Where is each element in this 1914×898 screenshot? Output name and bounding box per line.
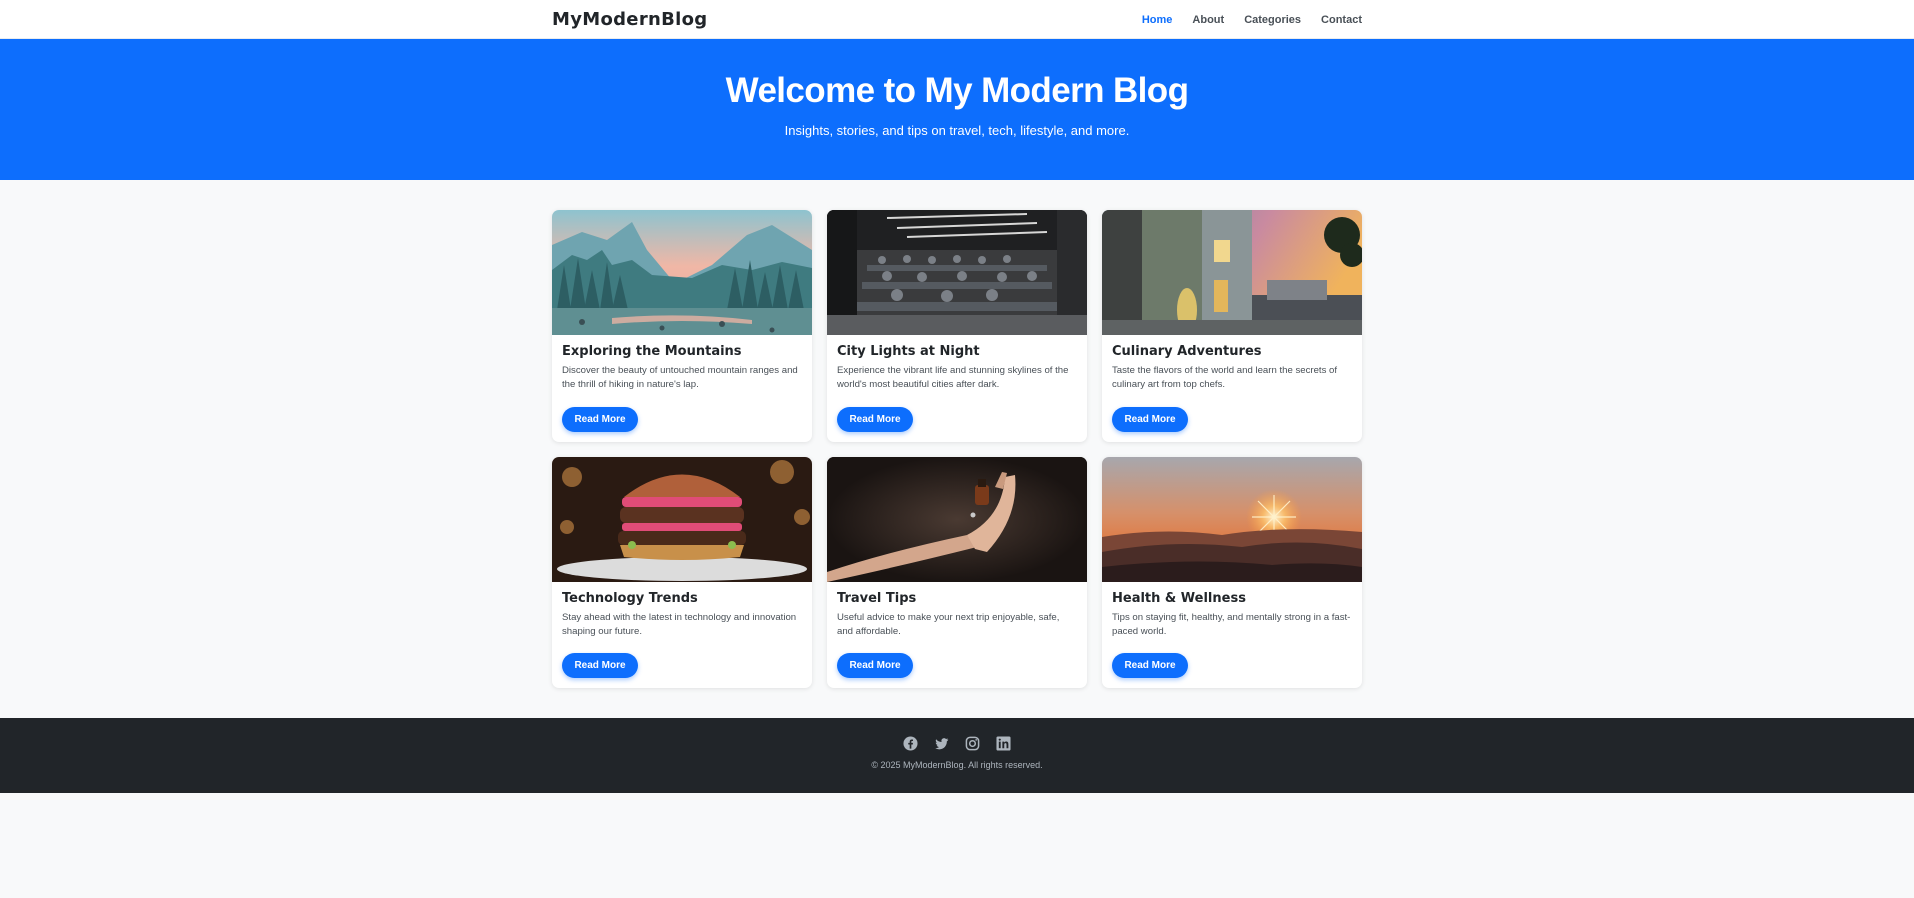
read-more-button[interactable]: Read More [1112, 653, 1188, 678]
post-card: Culinary Adventures Taste the flavors of… [1102, 210, 1362, 442]
instagram-icon[interactable] [965, 735, 981, 751]
read-more-button[interactable]: Read More [837, 653, 913, 678]
nav-links: Home About Categories Contact [1142, 14, 1362, 26]
facebook-icon[interactable] [903, 735, 919, 751]
card-text: Taste the flavors of the world and learn… [1112, 365, 1338, 390]
card-body: Exploring the Mountains Discover the bea… [552, 335, 812, 392]
card-title: Exploring the Mountains [562, 344, 742, 359]
card-text: Stay ahead with the latest in technology… [562, 612, 797, 637]
card-body: Culinary Adventures Taste the flavors of… [1102, 335, 1362, 392]
hands-bottle-image [827, 457, 1087, 582]
hero-subtitle: Insights, stories, and tips on travel, t… [784, 123, 1130, 138]
footer: © 2025 MyModernBlog. All rights reserved… [0, 718, 1914, 793]
mountain-lake-image [552, 210, 812, 335]
card-body: Technology Trends Stay ahead with the la… [552, 582, 812, 639]
read-more-button[interactable]: Read More [562, 653, 638, 678]
post-card: Exploring the Mountains Discover the bea… [552, 210, 812, 442]
navbar: MyModernBlog Home About Categories Conta… [0, 0, 1914, 39]
modern-house-image [1102, 210, 1362, 335]
card-text: Useful advice to make your next trip enj… [837, 612, 1060, 637]
card-title: Culinary Adventures [1112, 344, 1262, 359]
post-card: City Lights at Night Experience the vibr… [827, 210, 1087, 442]
card-text: Experience the vibrant life and stunning… [837, 365, 1069, 390]
hero-banner: Welcome to My Modern Blog Insights, stor… [0, 39, 1914, 180]
read-more-button[interactable]: Read More [562, 407, 638, 432]
card-body: Travel Tips Useful advice to make your n… [827, 582, 1087, 639]
sunset-hills-image [1102, 457, 1362, 582]
card-text: Discover the beauty of untouched mountai… [562, 365, 798, 390]
copyright-text: © 2025 MyModernBlog. All rights reserved… [871, 760, 1043, 770]
card-text: Tips on staying fit, healthy, and mental… [1112, 612, 1351, 637]
linkedin-icon[interactable] [996, 735, 1012, 751]
burger-image [552, 457, 812, 582]
twitter-icon[interactable] [934, 735, 950, 751]
card-body: Health & Wellness Tips on staying fit, h… [1102, 582, 1362, 639]
read-more-button[interactable]: Read More [837, 407, 913, 432]
social-links [0, 718, 1914, 751]
post-card: Technology Trends Stay ahead with the la… [552, 457, 812, 688]
card-title: City Lights at Night [837, 344, 980, 359]
nav-link-about[interactable]: About [1192, 14, 1224, 26]
nav-link-home[interactable]: Home [1142, 14, 1173, 26]
post-card: Travel Tips Useful advice to make your n… [827, 457, 1087, 688]
read-more-button[interactable]: Read More [1112, 407, 1188, 432]
hero-title: Welcome to My Modern Blog [725, 71, 1189, 110]
card-body: City Lights at Night Experience the vibr… [827, 335, 1087, 392]
office-room-image [827, 210, 1087, 335]
card-title: Technology Trends [562, 591, 698, 606]
brand-logo[interactable]: MyModernBlog [552, 9, 707, 30]
card-title: Health & Wellness [1112, 591, 1246, 606]
card-title: Travel Tips [837, 591, 917, 606]
post-card: Health & Wellness Tips on staying fit, h… [1102, 457, 1362, 688]
navbar-container: MyModernBlog Home About Categories Conta… [552, 0, 1362, 39]
nav-link-contact[interactable]: Contact [1321, 14, 1362, 26]
post-grid: Exploring the Mountains Discover the bea… [552, 210, 1362, 688]
nav-link-categories[interactable]: Categories [1244, 14, 1301, 26]
